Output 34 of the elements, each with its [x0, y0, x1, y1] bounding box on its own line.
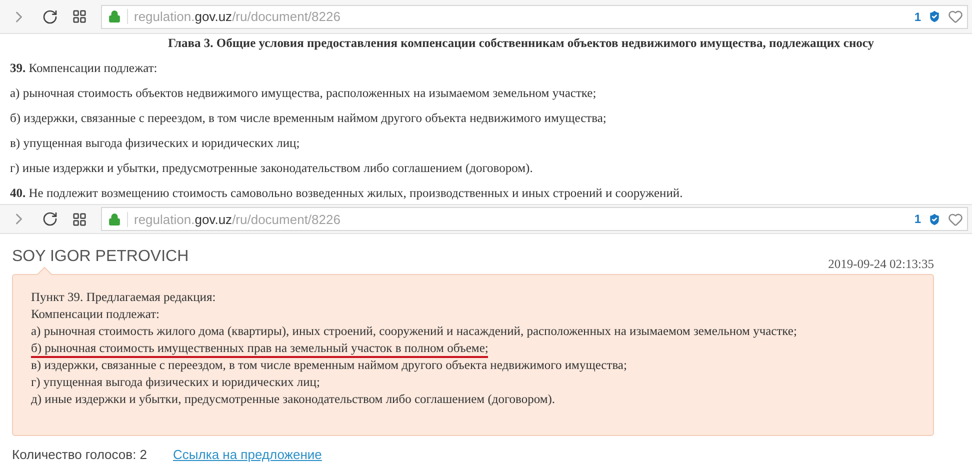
- reload-icon[interactable]: [42, 211, 58, 227]
- lock-icon: [108, 10, 121, 23]
- paragraph: г) иные издержки и убытки, предусмотренные законодательством либо соглашением (договором).: [10, 161, 534, 177]
- grid-icon[interactable]: [72, 212, 87, 226]
- shield-icon[interactable]: [927, 9, 942, 24]
- vote-count: Количество голосов: 2: [12, 447, 148, 462]
- paragraph: 40. Не подлежит возмещению стоимость самовольно возведенных жилых, производственных и иных строений и сооружений.: [10, 186, 684, 202]
- comment-line: а) рыночная стоимость жилого дома (квартиры), иных строений, сооружений и насаждений, расположенных на изымаемом земельном участке;: [31, 324, 797, 338]
- badge-count: 1: [914, 212, 921, 226]
- comment-line: в) издержки, связанные с переездом, в том числе временным наймом другого объекта недвижимого имущества;: [31, 358, 627, 372]
- comment-line: г) упущенная выгода физических и юридических лиц;: [31, 375, 320, 389]
- timestamp: 2019-09-24 02:13:35: [828, 257, 934, 272]
- heart-icon[interactable]: [948, 212, 963, 226]
- grid-icon[interactable]: [72, 9, 87, 24]
- reload-icon[interactable]: [42, 8, 58, 24]
- lock-icon: [108, 212, 121, 226]
- paragraph: в) упущенная выгода физических и юридических лиц;: [10, 136, 301, 152]
- paragraph: а) рыночная стоимость объектов недвижимого имущества, расположенных на изымаемом земельном участке;: [10, 86, 598, 102]
- shield-icon[interactable]: [927, 212, 942, 226]
- paragraph: 39. Компенсации подлежат:: [10, 61, 158, 77]
- proposal-link[interactable]: Ссылка на предложение: [173, 447, 322, 462]
- comment-line: б) рыночная стоимость имущественных прав на земельный участок в полном объеме;: [31, 341, 488, 358]
- heart-icon[interactable]: [948, 9, 963, 24]
- url-text: regulation.gov.uz/ru/document/8226: [127, 212, 908, 226]
- address-field[interactable]: regulation.gov.uz/ru/document/8226 1: [101, 207, 968, 231]
- url-text: regulation.gov.uz/ru/document/8226: [127, 9, 908, 24]
- address-field[interactable]: regulation.gov.uz/ru/document/8226 1: [101, 4, 968, 28]
- comment-line: д) иные издержки и убытки, предусмотренные законодательством либо соглашением (договором).: [31, 392, 556, 406]
- paragraph: б) издержки, связанные с переездом, в том числе временным наймом другого объекта недвижимого имущества;: [10, 111, 608, 127]
- badge-count: 1: [914, 10, 921, 24]
- comment-line: Пункт 39. Предлагаемая редакция:: [31, 290, 216, 304]
- author-name: SOY IGOR PETROVICH: [12, 248, 189, 266]
- comment-line: Компенсации подлежат:: [31, 307, 160, 321]
- chapter-heading: Глава 3. Общие условия предоставления компенсации собственникам объектов недвижимого имущества, подлежащих сносу: [166, 36, 876, 51]
